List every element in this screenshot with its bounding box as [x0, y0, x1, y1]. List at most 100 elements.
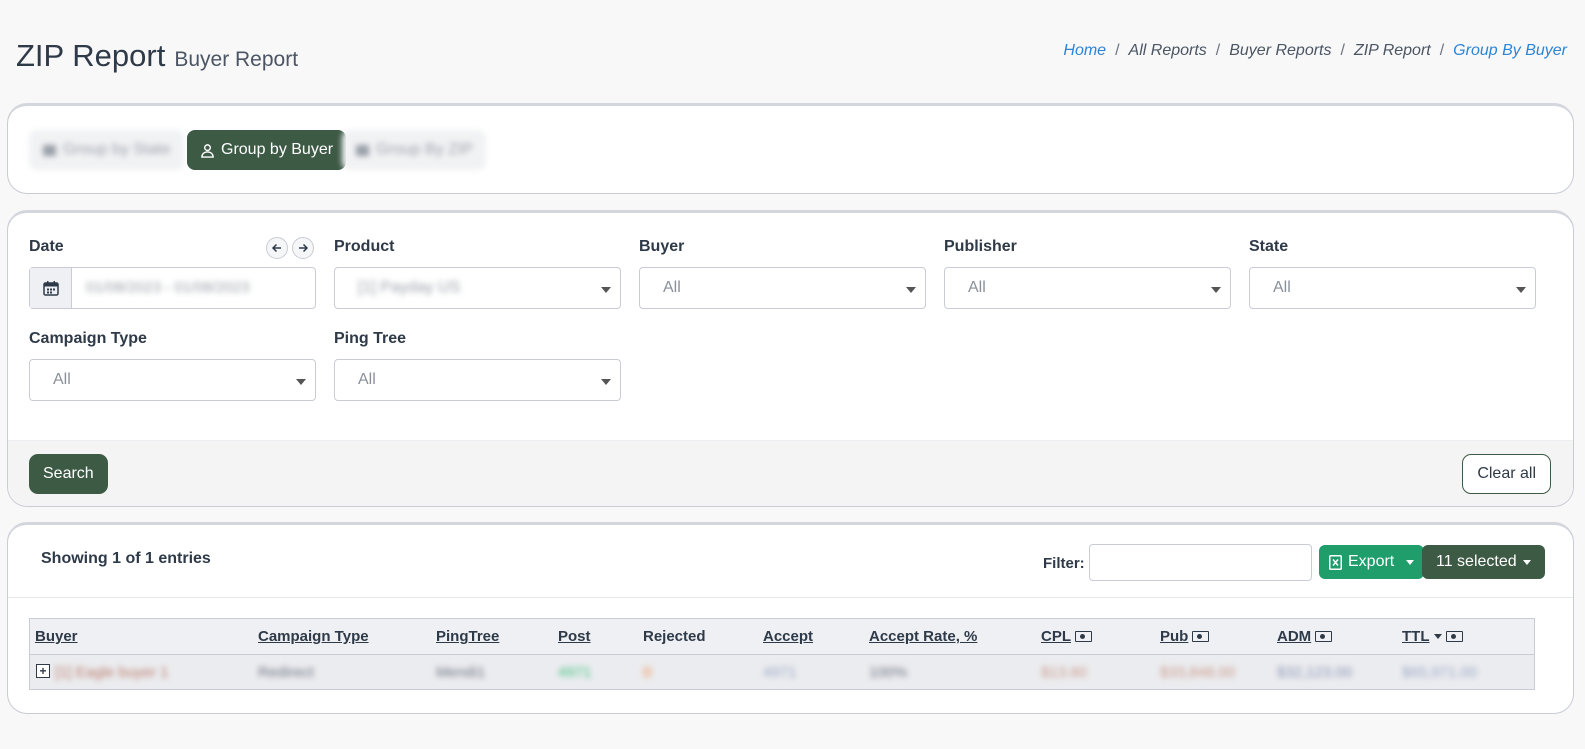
publisher-select[interactable]: All — [944, 267, 1231, 309]
date-range-input[interactable]: 01/08/2023 - 01/08/2023 — [29, 267, 316, 309]
column-header-pingtree[interactable]: PingTree — [436, 628, 499, 645]
date-prev-button[interactable] — [266, 237, 288, 259]
chevron-down-icon — [906, 287, 916, 293]
export-label: Export — [1348, 553, 1395, 570]
cell-rejected: 0 — [643, 664, 652, 681]
chevron-down-icon — [601, 379, 611, 385]
tab-group-by-buyer[interactable]: Group by Buyer — [187, 130, 347, 170]
filters-card: Date 01/08/2023 - 01/08/2023 Product [1]… — [7, 210, 1574, 507]
money-icon — [1445, 631, 1463, 642]
buyer-label: Buyer — [639, 238, 685, 255]
column-header-cpl-label: CPL — [1041, 628, 1071, 645]
tab-label: Group By ZIP — [376, 141, 473, 158]
date-label: Date — [29, 238, 64, 255]
user-icon — [201, 143, 214, 158]
page-title-main: ZIP Report — [16, 38, 166, 73]
search-button[interactable]: Search — [29, 454, 108, 494]
export-button[interactable]: Export — [1319, 545, 1425, 579]
table-row: + [1] Eagle buyer 1 Redirect Mendi1 4971… — [30, 655, 1534, 689]
column-header-campaign-type[interactable]: Campaign Type — [258, 628, 369, 645]
map-icon — [42, 144, 57, 156]
date-range-value: 01/08/2023 - 01/08/2023 — [86, 279, 250, 296]
breadcrumb-buyer-reports[interactable]: Buyer Reports — [1229, 42, 1331, 60]
entries-count: Showing 1 of 1 entries — [41, 550, 211, 567]
breadcrumb-zip-report[interactable]: ZIP Report — [1354, 42, 1431, 60]
state-label: State — [1249, 238, 1289, 255]
column-header-cpl[interactable]: CPL — [1041, 628, 1092, 645]
cell-adm: $32,123.00 — [1277, 664, 1353, 681]
table-header: Buyer Campaign Type PingTree Post Reject… — [30, 619, 1534, 655]
state-select[interactable]: All — [1249, 267, 1536, 309]
breadcrumb-group-by-buyer[interactable]: Group By Buyer — [1453, 42, 1567, 60]
cell-accept-rate: 100% — [869, 664, 908, 681]
column-header-pub[interactable]: Pub — [1160, 628, 1210, 645]
column-header-adm[interactable]: ADM — [1277, 628, 1333, 645]
page-subtitle: Buyer Report — [174, 48, 299, 71]
state-value: All — [1273, 279, 1291, 296]
breadcrumb-separator: / — [1215, 42, 1221, 59]
money-icon — [1075, 631, 1092, 642]
expand-row-icon[interactable]: + — [36, 664, 50, 678]
column-header-buyer[interactable]: Buyer — [35, 628, 78, 645]
column-header-rejected: Rejected — [643, 628, 706, 645]
cell-accept: 4971 — [763, 664, 797, 681]
ping-tree-value: All — [358, 371, 376, 388]
product-label: Product — [334, 238, 395, 255]
product-value: [1] Payday US — [358, 279, 461, 296]
columns-selected-label: 11 selected — [1436, 553, 1517, 570]
cell-pingtree: Mendi1 — [436, 664, 486, 681]
column-header-adm-label: ADM — [1277, 628, 1312, 645]
publisher-label: Publisher — [944, 238, 1017, 255]
column-header-ttl-label: TTL — [1402, 628, 1430, 645]
breadcrumb-separator: / — [1115, 42, 1120, 59]
breadcrumb: Home / All Reports / Buyer Reports / ZIP… — [1063, 42, 1567, 60]
columns-selected-button[interactable]: 11 selected — [1422, 545, 1545, 579]
filter-label: Filter: — [1043, 555, 1085, 572]
breadcrumb-separator: / — [1340, 42, 1345, 59]
chevron-down-icon — [1406, 559, 1415, 565]
campaign-type-label: Campaign Type — [29, 330, 147, 347]
column-header-post[interactable]: Post — [558, 628, 591, 645]
page-title: ZIP Report Buyer Report — [16, 38, 298, 74]
report-table: Buyer Campaign Type PingTree Post Reject… — [29, 618, 1535, 690]
chevron-down-icon — [1516, 287, 1526, 293]
publisher-value: All — [968, 279, 986, 296]
clear-all-button[interactable]: Clear all — [1462, 454, 1551, 494]
chevron-down-icon — [1211, 287, 1221, 293]
arrow-right-icon — [299, 243, 309, 253]
money-icon — [1315, 631, 1333, 642]
ping-tree-label: Ping Tree — [334, 330, 407, 347]
chevron-down-icon — [1522, 559, 1531, 565]
campaign-type-value: All — [53, 371, 71, 388]
breadcrumb-separator: / — [1439, 42, 1445, 59]
tab-group-by-state[interactable]: Group by State — [29, 130, 184, 170]
divider — [8, 597, 1573, 598]
column-header-accept-rate[interactable]: Accept Rate, % — [869, 628, 977, 645]
breadcrumb-all-reports[interactable]: All Reports — [1129, 42, 1207, 60]
filters-footer: Search Clear all — [8, 440, 1573, 506]
chevron-down-icon — [296, 379, 306, 385]
breadcrumb-home[interactable]: Home — [1063, 42, 1106, 60]
cell-cpl: $13.60 — [1041, 664, 1087, 681]
buyer-value: All — [663, 279, 681, 296]
map-icon — [355, 144, 370, 156]
column-header-ttl[interactable]: TTL — [1402, 628, 1463, 645]
cell-buyer[interactable]: [1] Eagle buyer 1 — [55, 664, 168, 681]
money-icon — [1192, 631, 1210, 642]
column-header-pub-label: Pub — [1160, 628, 1189, 645]
tab-group-by-zip[interactable]: Group By ZIP — [342, 130, 486, 170]
campaign-type-select[interactable]: All — [29, 359, 316, 401]
buyer-select[interactable]: All — [639, 267, 926, 309]
cell-pub: $33,848.00 — [1160, 664, 1236, 681]
table-filter-input[interactable] — [1089, 544, 1312, 581]
results-card: Showing 1 of 1 entries Filter: Export 11… — [7, 522, 1574, 714]
column-header-accept[interactable]: Accept — [763, 628, 813, 645]
product-select[interactable]: [1] Payday US — [334, 267, 621, 309]
cell-post: 4971 — [558, 664, 592, 681]
ping-tree-select[interactable]: All — [334, 359, 621, 401]
tab-label: Group by State — [63, 141, 171, 158]
chevron-down-icon — [601, 287, 611, 293]
tab-label: Group by Buyer — [221, 141, 334, 158]
calendar-icon — [30, 268, 72, 308]
date-next-button[interactable] — [292, 237, 314, 259]
